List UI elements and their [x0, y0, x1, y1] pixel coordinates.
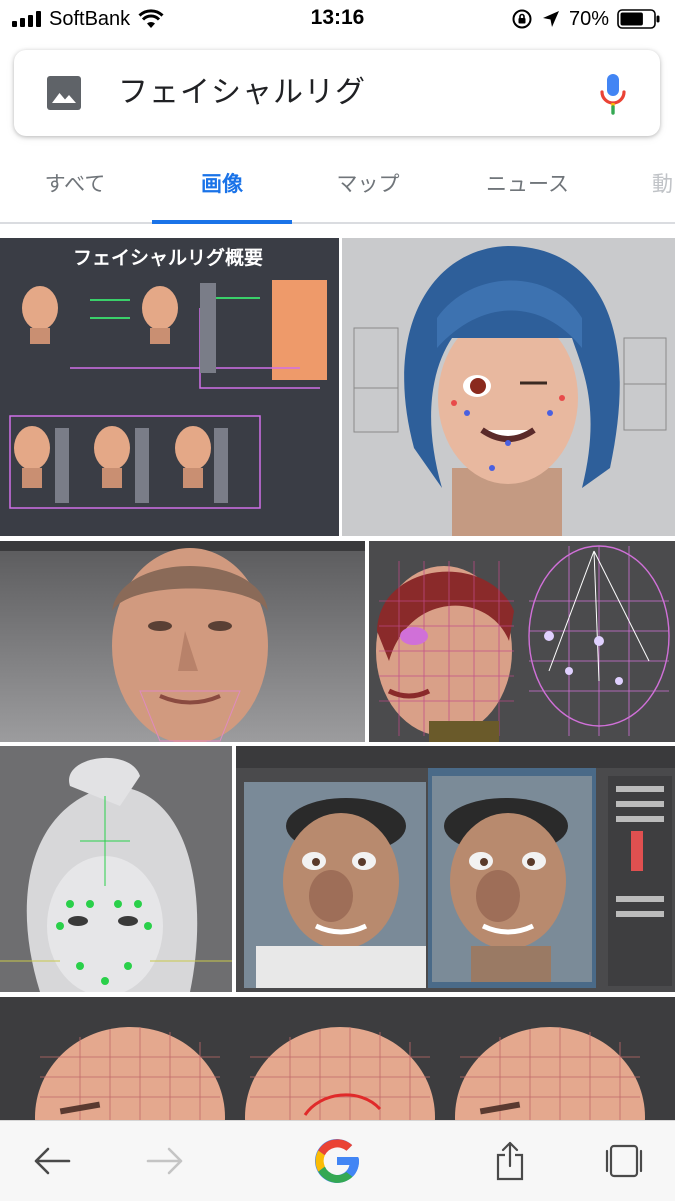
overview-caption: フェイシャルリグ概要 [73, 246, 263, 269]
cartoon-man-maya-rig-image [236, 746, 675, 992]
anime-girl-rig-image [342, 238, 675, 536]
battery-percent: 70% [568, 7, 609, 30]
active-tab-indicator [152, 220, 292, 224]
image-icon[interactable] [47, 76, 81, 110]
orientation-lock-icon [512, 9, 532, 29]
back-arrow-icon [34, 1147, 71, 1175]
tabs-icon [605, 1144, 643, 1178]
forward-button[interactable] [135, 1121, 195, 1201]
image-result-1[interactable]: フェイシャルリグ概要 [0, 238, 339, 536]
mic-icon[interactable] [598, 72, 628, 116]
image-result-5[interactable] [0, 746, 232, 992]
search-box[interactable]: フェイシャルリグ [14, 50, 660, 136]
location-icon [542, 11, 559, 27]
image-result-6[interactable] [236, 746, 675, 992]
battery-icon [617, 9, 660, 29]
tab-maps[interactable]: マップ [318, 148, 418, 222]
google-g-icon [315, 1139, 359, 1184]
realistic-male-rig-image [0, 541, 365, 742]
tab-all[interactable]: すべて [20, 148, 130, 222]
status-bar: SoftBank 13:16 70% [0, 0, 675, 38]
share-icon [496, 1141, 524, 1181]
back-button[interactable] [22, 1121, 82, 1201]
image-result-2[interactable] [342, 238, 675, 536]
google-home-button[interactable] [305, 1121, 369, 1201]
image-result-7[interactable] [0, 997, 675, 1120]
share-button[interactable] [480, 1121, 540, 1201]
white-clay-face-rig-image [0, 746, 232, 992]
wireframe-heads-image [0, 997, 675, 1120]
tab-news[interactable]: ニュース [470, 148, 585, 222]
status-right: 70% [511, 6, 661, 32]
wireframe-female-rig-image [369, 541, 675, 742]
tab-images[interactable]: 画像 [152, 148, 292, 222]
search-tabs: すべて 画像 マップ ニュース 動 [0, 148, 675, 224]
search-input[interactable]: フェイシャルリグ [118, 72, 366, 114]
image-result-3[interactable] [0, 541, 365, 742]
image-result-4[interactable] [369, 541, 675, 742]
facial-rig-overview-image: フェイシャルリグ概要 [0, 238, 339, 536]
tabs-button[interactable] [594, 1121, 654, 1201]
tab-videos[interactable]: 動 [652, 148, 675, 222]
bottom-toolbar [0, 1120, 675, 1201]
forward-arrow-icon [146, 1147, 183, 1175]
